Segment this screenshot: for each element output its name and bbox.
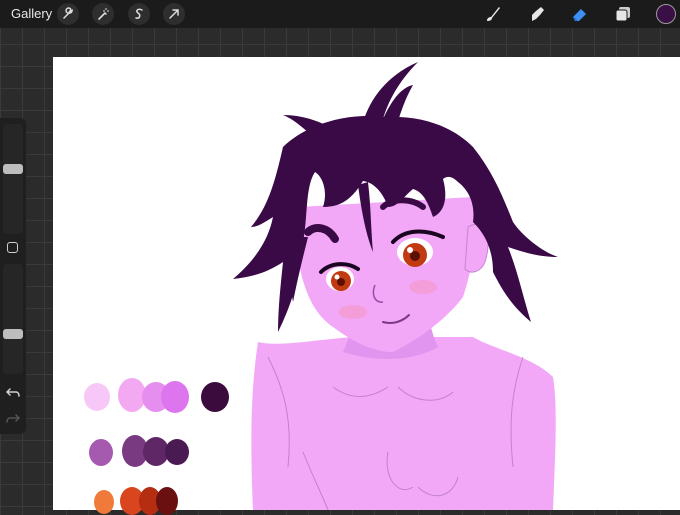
- gallery-button[interactable]: Gallery: [11, 6, 52, 21]
- redo-icon[interactable]: [5, 412, 21, 426]
- layers-icon[interactable]: [613, 4, 633, 24]
- swatch[interactable]: [156, 487, 178, 515]
- undo-icon[interactable]: [5, 386, 21, 400]
- left-sidebar: [0, 118, 26, 434]
- swatch[interactable]: [161, 381, 189, 413]
- opacity-thumb[interactable]: [3, 329, 23, 339]
- selection-icon[interactable]: [128, 3, 150, 25]
- brush-size-thumb[interactable]: [3, 164, 23, 174]
- swatch[interactable]: [201, 382, 229, 412]
- transform-arrow-icon[interactable]: [163, 3, 185, 25]
- swatch[interactable]: [84, 383, 110, 411]
- swatch[interactable]: [165, 439, 189, 465]
- wrench-icon[interactable]: [57, 3, 79, 25]
- opacity-slider[interactable]: [3, 264, 23, 374]
- modify-square-icon[interactable]: [7, 242, 18, 253]
- color-picker-button[interactable]: [656, 4, 676, 24]
- top-toolbar: Gallery: [0, 0, 680, 28]
- eraser-icon[interactable]: [570, 4, 590, 24]
- swatch[interactable]: [89, 439, 113, 466]
- magic-wand-icon[interactable]: [92, 3, 114, 25]
- swatch[interactable]: [94, 490, 114, 514]
- brush-icon[interactable]: [483, 4, 503, 24]
- brush-size-slider[interactable]: [3, 124, 23, 234]
- smudge-icon[interactable]: [527, 4, 547, 24]
